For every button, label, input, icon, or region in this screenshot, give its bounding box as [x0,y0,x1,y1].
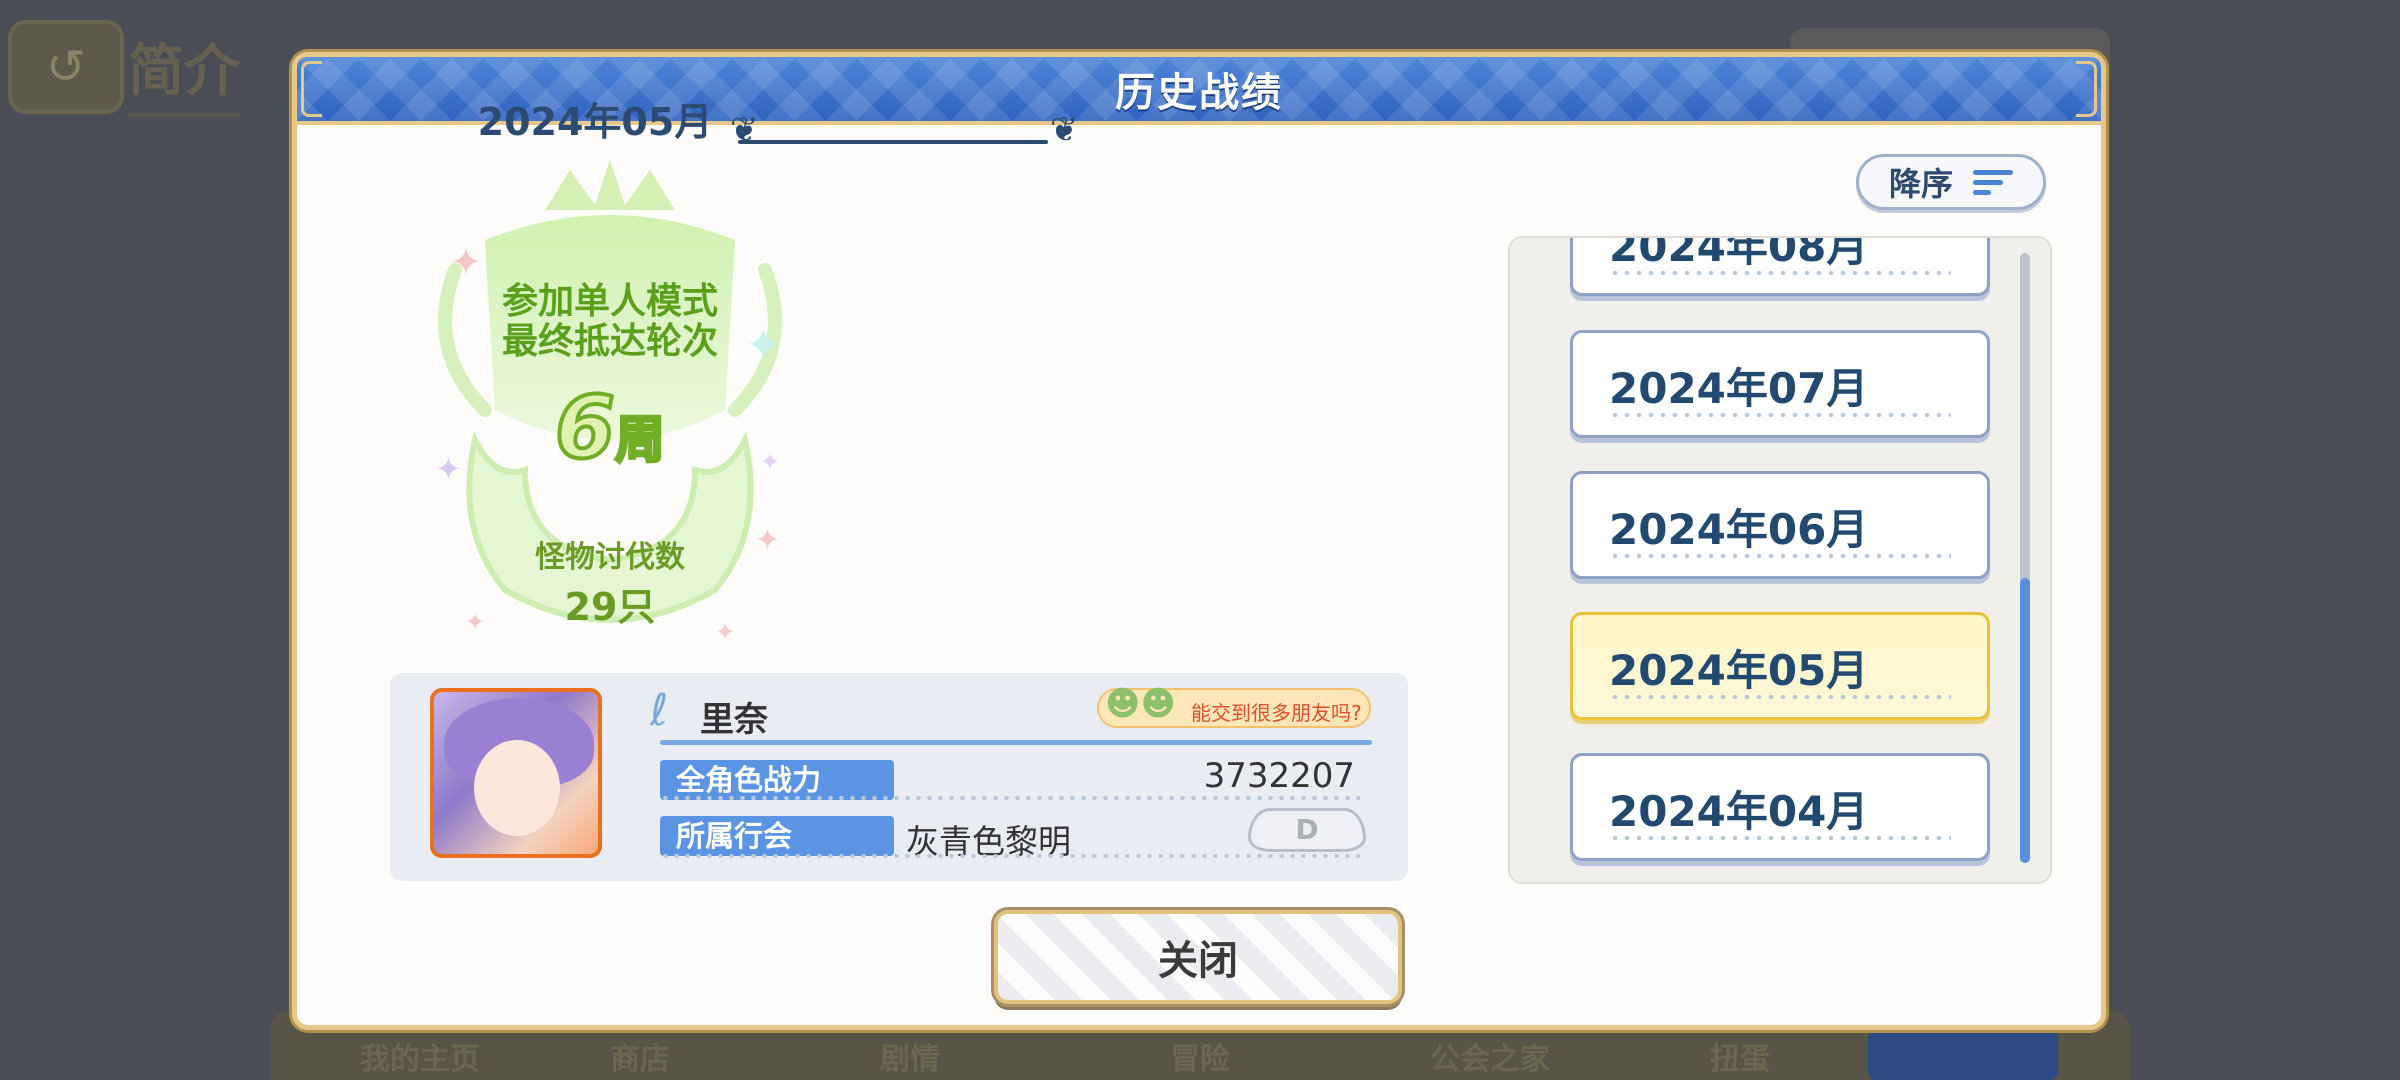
friends-icon: ☻☻ [1105,684,1176,724]
header-ornament-left [301,61,322,117]
mode-description: 参加单人模式 最终抵达轮次 [380,282,840,362]
player-name: 里奈 [700,700,768,740]
month-item-dots [1609,271,1951,275]
month-underline [738,140,1048,144]
rounds-unit: 周 [613,410,666,471]
power-value: 3732207 [1203,756,1355,796]
month-item-dots [1609,836,1951,840]
month-item-dots [1609,554,1951,558]
sort-descending-icon [1973,168,2013,196]
background-nav-gacha: 扭蛋 [1710,1042,1770,1077]
name-underline [660,740,1372,745]
friend-badge: ☻☻ 能交到很多朋友吗? [1097,684,1371,728]
sort-order-label: 降序 [1888,165,1953,203]
guild-rank-badge: D [1248,808,1366,852]
month-item-label: 2024年08月 [1609,236,1869,271]
close-button[interactable]: 关闭 [994,910,1402,1004]
month-item-dots [1609,695,1951,699]
dialog-title: 历史战绩 [1115,70,1283,116]
svg-text:✦: ✦ [450,240,482,284]
selected-month-header: 2024年05月 [430,88,760,148]
background-menu-button [1868,1030,2058,1080]
month-item-2024-06[interactable]: 2024年06月 [1570,471,1990,579]
power-row-dots [660,796,1360,800]
back-button: ↺ [8,20,124,114]
avatar-face [474,740,560,836]
mode-line-1: 参加单人模式 [501,281,718,322]
guild-row-dots [660,854,1360,858]
month-item-2024-04[interactable]: 2024年04月 [1570,753,1990,861]
header-ornament-right [2076,61,2097,117]
month-item-label: 2024年05月 [1609,646,1869,695]
close-button-label: 关闭 [1158,938,1238,984]
background-nav-guild: 公会之家 [1430,1042,1550,1077]
guild-label: 所属行会 [660,816,894,856]
sort-order-button[interactable]: 降序 [1856,154,2046,210]
background-nav-story: 剧情 [880,1042,940,1077]
background-nav-shop: 商店 [610,1042,670,1077]
power-label: 全角色战力 [660,760,894,800]
month-item-2024-08[interactable]: 2024年08月 [1570,236,1990,296]
month-item-2024-07[interactable]: 2024年07月 [1570,330,1990,438]
kill-count-value: 29只 [564,585,656,629]
background-nav-home: 我的主页 [360,1042,480,1077]
flourish-right-icon: ❦ [1050,110,1079,150]
month-item-dots [1609,413,1951,417]
month-item-label: 2024年04月 [1609,787,1869,836]
kill-count-block: 怪物讨伐数 29只 [380,532,840,631]
month-item-label: 2024年07月 [1609,364,1869,413]
name-curl-icon: ℓ [650,685,669,736]
month-item-label: 2024年06月 [1609,505,1869,554]
month-list-panel[interactable]: 2024年08月 2024年07月 2024年06月 2024年05月 2024… [1508,236,2052,884]
mode-line-2: 最终抵达轮次 [501,321,718,362]
background-nav-quest: 冒险 [1170,1042,1230,1077]
kill-count-label: 怪物讨伐数 [535,540,685,575]
month-list-scroll-thumb[interactable] [2020,578,2030,863]
selected-month-label: 2024年05月 [477,99,713,144]
background-page-title: 简介 [128,26,240,117]
rounds-number: 6 [553,376,617,480]
month-item-2024-05[interactable]: 2024年05月 [1570,612,1990,720]
player-avatar [430,688,602,858]
rounds-display: 6周 [380,376,840,480]
friend-badge-text: 能交到很多朋友吗? [1191,701,1362,725]
